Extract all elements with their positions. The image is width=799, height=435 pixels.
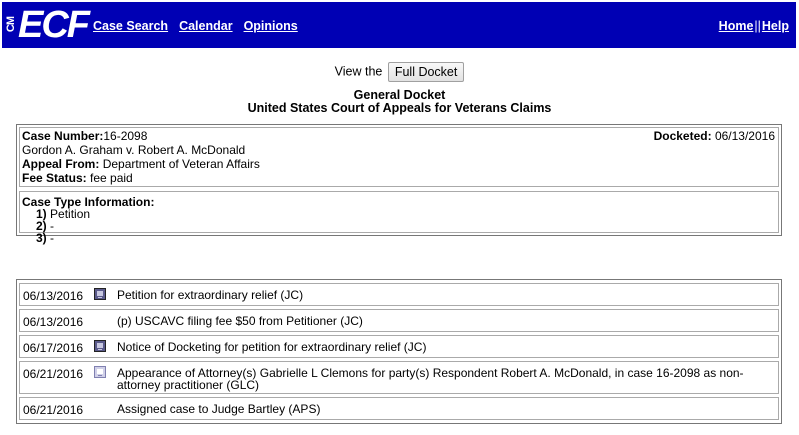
entry-description: Appearance of Attorney(s) Gabrielle L Cl… bbox=[117, 366, 744, 392]
logo-cm-text: CM bbox=[5, 17, 17, 33]
docket-entries-table: 06/13/2016 Petition for extraordinary re… bbox=[16, 279, 782, 424]
nav-calendar-link[interactable]: Calendar bbox=[179, 19, 233, 33]
case-type-box: Case Type Information: 1) Petition 2) - … bbox=[19, 191, 779, 245]
entry-date: 06/21/2016 bbox=[23, 403, 84, 417]
help-link[interactable]: Help bbox=[762, 19, 789, 33]
docket-entry-row: 06/13/2016 Petition for extraordinary re… bbox=[19, 283, 779, 306]
docket-entry-row: 06/21/2016 Assigned case to Judge Bartle… bbox=[19, 397, 779, 420]
top-navigation-bar: CM ECF Case Search Calendar Opinions Hom… bbox=[2, 2, 796, 48]
docket-entry-row: 06/17/2016 Notice of Docketing for petit… bbox=[19, 335, 779, 358]
entry-description: Assigned case to Judge Bartley (APS) bbox=[117, 402, 321, 416]
case-number-value: 16-2098 bbox=[103, 129, 148, 143]
entry-description: Petition for extraordinary relief (JC) bbox=[117, 288, 304, 302]
fee-status-label: Fee Status: bbox=[22, 171, 87, 185]
case-summary-box: Case Number:16-2098 Docketed: 06/13/2016… bbox=[19, 127, 779, 187]
entry-description: Notice of Docketing for petition for ext… bbox=[117, 340, 427, 354]
fee-status-line: Fee Status: fee paid bbox=[22, 172, 133, 185]
docket-titles: General Docket United States Court of Ap… bbox=[0, 89, 799, 115]
home-link[interactable]: Home bbox=[719, 19, 754, 33]
nav-case-search-link[interactable]: Case Search bbox=[93, 19, 168, 33]
nav-opinions-link[interactable]: Opinions bbox=[244, 19, 298, 33]
document-icon[interactable] bbox=[94, 288, 106, 300]
appeal-from-label: Appeal From: bbox=[22, 157, 100, 171]
appeal-from-value: Department of Veteran Affairs bbox=[102, 157, 260, 171]
document-icon[interactable] bbox=[94, 366, 106, 378]
appeal-from-line: Appeal From: Department of Veteran Affai… bbox=[22, 158, 260, 171]
fee-status-value: fee paid bbox=[90, 171, 133, 185]
case-number-line: Case Number:16-2098 bbox=[22, 130, 147, 143]
entry-date: 06/13/2016 bbox=[23, 289, 84, 303]
case-info-panel: Case Number:16-2098 Docketed: 06/13/2016… bbox=[16, 124, 782, 245]
entry-description: (p) USCAVC filing fee $50 from Petitione… bbox=[117, 314, 363, 328]
entry-date: 06/17/2016 bbox=[23, 341, 84, 355]
entry-date: 06/21/2016 bbox=[23, 367, 84, 381]
link-separator: || bbox=[754, 19, 761, 33]
header-right-links: Home||Help bbox=[719, 19, 789, 33]
view-docket-row: View the Full Docket bbox=[0, 62, 799, 82]
view-prefix-label: View the bbox=[334, 64, 383, 79]
document-icon[interactable] bbox=[94, 340, 106, 352]
docketed-line: Docketed: 06/13/2016 bbox=[654, 130, 775, 143]
logo-ecf-text: ECF bbox=[18, 4, 90, 46]
full-docket-button[interactable]: Full Docket bbox=[387, 62, 465, 82]
docketed-label: Docketed: bbox=[653, 129, 712, 143]
docketed-value: 06/13/2016 bbox=[714, 129, 775, 143]
cmecf-logo: CM ECF bbox=[5, 4, 90, 46]
docket-entry-row: 06/13/2016 (p) USCAVC filing fee $50 fro… bbox=[19, 309, 779, 332]
nav-links: Case Search Calendar Opinions bbox=[93, 19, 298, 33]
case-parties: Gordon A. Graham v. Robert A. McDonald bbox=[22, 143, 246, 157]
case-number-label: Case Number: bbox=[22, 129, 104, 143]
court-name-title: United States Court of Appeals for Veter… bbox=[247, 101, 552, 115]
entry-date: 06/13/2016 bbox=[23, 315, 84, 329]
case-type-item: 3) - bbox=[36, 231, 55, 245]
docket-entry-row: 06/21/2016 Appearance of Attorney(s) Gab… bbox=[19, 361, 779, 394]
